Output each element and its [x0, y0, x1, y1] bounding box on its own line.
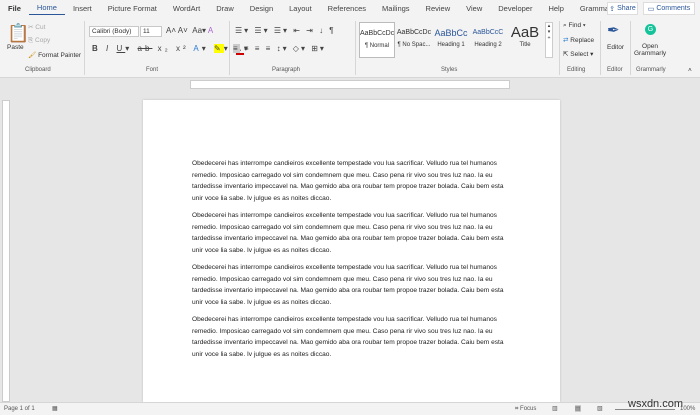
cut-button[interactable]: ✂ Cut — [28, 23, 45, 31]
font-size-controls[interactable]: A˄ A˅ Aa▾ A — [166, 26, 213, 35]
alignment-buttons[interactable]: ≡ ≡ ≡ ≡ ↕▾ ◇▾ ⊞▾ — [233, 44, 326, 53]
style-normal[interactable]: AaBbCcDc ¶ Normal — [359, 22, 395, 58]
styles-group-label: Styles — [441, 67, 458, 73]
tab-layout[interactable]: Layout — [281, 4, 320, 13]
focus-button[interactable]: ⌗ Focus — [515, 406, 536, 413]
status-bar: Page 1 of 1 ▦ ⌗ Focus ▥ ▤ ▧ 100% — [0, 402, 700, 415]
cursor-icon: ⇱ — [563, 51, 569, 58]
style-no-spacing[interactable]: AaBbCcDc ¶ No Spac... — [396, 22, 432, 58]
watermark: wsxdn.com — [628, 398, 684, 410]
read-mode-icon[interactable]: ▥ — [552, 405, 558, 412]
replace-button[interactable]: ⇄ Replace — [563, 36, 594, 44]
ribbon-tabs: File Home Insert Picture Format WordArt … — [0, 0, 700, 17]
list-buttons[interactable]: ☰▾ ☰▾ ☰▾ ⇤ ⇥ ↓ ¶ — [235, 26, 336, 35]
editing-group-label: Editing — [567, 67, 586, 73]
ribbon: 📋 Paste ✂ Cut ⎘ Copy 🖌 Format Painter Cl… — [0, 17, 700, 78]
tab-mailings[interactable]: Mailings — [374, 4, 418, 13]
editor-icon: ✒ — [607, 22, 620, 39]
editor-group-label: Editor — [607, 67, 623, 73]
collapse-ribbon-icon[interactable]: ˄ — [688, 67, 692, 74]
print-layout-icon[interactable]: ▤ — [575, 405, 581, 412]
paragraph[interactable]: Obedecerei has interrompe candieiros exc… — [192, 210, 512, 256]
style-heading-2[interactable]: AaBbCcC Heading 2 — [470, 22, 506, 58]
replace-icon: ⇄ — [563, 37, 569, 44]
clipboard-group-label: Clipboard — [25, 67, 51, 73]
select-button[interactable]: ⇱ Select ▾ — [563, 50, 593, 58]
paste-icon: 📋 — [7, 23, 30, 43]
tab-draw[interactable]: Draw — [208, 4, 242, 13]
paragraph-group-label: Paragraph — [272, 67, 301, 73]
brush-icon: 🖌 — [28, 52, 37, 59]
tab-design[interactable]: Design — [242, 4, 281, 13]
tab-help[interactable]: Help — [540, 4, 571, 13]
paragraph[interactable]: Obedecerei has interrompe candieiros exc… — [192, 262, 512, 308]
paste-button[interactable]: Paste — [7, 44, 24, 51]
vertical-ruler[interactable] — [2, 100, 10, 402]
tab-picture-format[interactable]: Picture Format — [100, 4, 165, 13]
share-button[interactable]: ⇪ Share — [607, 2, 638, 15]
proofing-icon[interactable]: ▦ — [52, 405, 58, 412]
search-icon: ⌕ — [563, 22, 567, 29]
style-title[interactable]: AaB Title — [507, 22, 543, 58]
grammarly-group-label: Grammarly — [636, 67, 666, 73]
font-format-buttons[interactable]: B I U▾ ab x₂ x² A▾ ✎▾ A▾ — [92, 44, 251, 55]
font-size-select[interactable]: 11 — [140, 26, 162, 37]
comment-icon: ▭ — [647, 5, 657, 13]
tab-view[interactable]: View — [458, 4, 490, 13]
copy-button[interactable]: ⎘ Copy — [28, 37, 50, 45]
styles-scroll[interactable]: ▴ ▾ ⩡ — [545, 22, 553, 58]
web-layout-icon[interactable]: ▧ — [597, 405, 603, 412]
tab-home[interactable]: Home — [28, 3, 65, 15]
style-heading-1[interactable]: AaBbCc Heading 1 — [433, 22, 469, 58]
document-page[interactable]: Obedecerei has interrompe candieiros exc… — [143, 100, 560, 402]
share-icon: ⇪ — [609, 5, 618, 13]
paragraph[interactable]: Obedecerei has interrompe candieiros exc… — [192, 314, 512, 360]
tab-file[interactable]: File — [0, 4, 29, 13]
grammarly-icon: G — [645, 24, 656, 35]
tab-review[interactable]: Review — [418, 4, 459, 13]
find-button[interactable]: ⌕ Find ▾ — [563, 22, 586, 30]
horizontal-ruler[interactable] — [190, 80, 510, 89]
tab-references[interactable]: References — [320, 4, 374, 13]
font-name-select[interactable]: Calibri (Body) — [89, 26, 139, 37]
tab-wordart[interactable]: WordArt — [165, 4, 208, 13]
font-group-label: Font — [146, 67, 159, 73]
tab-developer[interactable]: Developer — [490, 4, 540, 13]
paragraph[interactable]: Obedecerei has interrompe candieiros exc… — [192, 158, 512, 204]
page-count[interactable]: Page 1 of 1 — [4, 406, 35, 412]
comments-button[interactable]: ▭ Comments — [643, 2, 695, 15]
format-painter-button[interactable]: 🖌 Format Painter — [28, 51, 81, 59]
tab-insert[interactable]: Insert — [65, 4, 100, 13]
editor-button[interactable]: Editor — [607, 44, 624, 51]
open-grammarly-button[interactable]: Open Grammarly — [634, 43, 666, 57]
